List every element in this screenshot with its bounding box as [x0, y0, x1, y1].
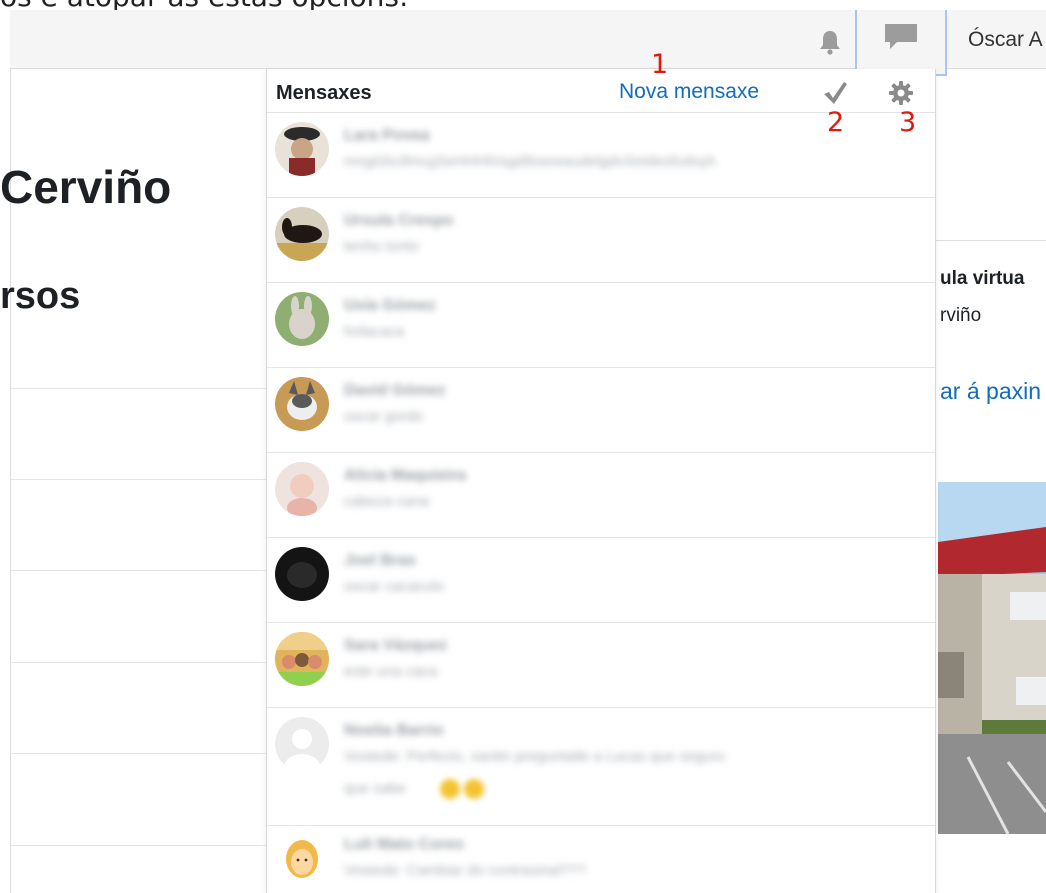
avatar — [275, 462, 329, 516]
contact-name: Ursula Crespo — [344, 212, 454, 229]
messages-title: Mensaxes — [276, 82, 372, 104]
contact-name: Uxía Gómez — [344, 297, 436, 314]
contact-name: Noelia Barrio — [344, 722, 444, 739]
new-message-button[interactable]: Nova mensaxe — [619, 80, 759, 104]
conversation-item[interactable]: Luli Mato Cores Vostede: Cambiar do cont… — [267, 826, 935, 893]
message-preview: cabeza cana — [344, 493, 430, 510]
course-list-separator — [10, 479, 266, 480]
course-list-separator — [10, 753, 266, 754]
contact-name: Sara Vázquez — [344, 637, 448, 654]
course-list-separator — [10, 845, 266, 846]
course-list-separator — [10, 570, 266, 571]
message-preview: oscar gordo — [344, 408, 424, 425]
user-name[interactable]: Óscar A — [968, 28, 1043, 52]
conversation-item[interactable]: Ursula Crespo tenho tonto — [267, 198, 935, 283]
contact-name: Lara Povea — [344, 127, 430, 144]
message-preview: holacaca — [344, 323, 405, 340]
avatar — [275, 832, 329, 886]
conversation-item[interactable]: Joel Bras oscar cacaculo — [267, 538, 935, 623]
card-link[interactable]: ar á paxin — [940, 378, 1041, 405]
avatar — [275, 377, 329, 431]
speech-bubble-icon — [885, 24, 917, 49]
avatar — [275, 122, 329, 176]
avatar — [275, 547, 329, 601]
contact-name: Joel Bras — [344, 552, 417, 569]
message-preview: mngGbcifmcgSeHHHh/sgdIbsewaudelgdvSetdes… — [344, 153, 716, 170]
contact-name: Alicia Maquieira — [344, 467, 466, 484]
message-preview: tenho tonto — [344, 238, 420, 255]
messages-toggle-button[interactable] — [855, 10, 947, 76]
conversation-item[interactable]: Sara Vázquez este una caca — [267, 623, 935, 708]
message-preview-continued: que sabe — [344, 780, 406, 797]
conversation-item[interactable]: Lara Povea mngGbcifmcgSeHHHh/sgdIbsewaud… — [267, 113, 935, 198]
gear-icon[interactable] — [887, 79, 915, 107]
card-title: ula virtua — [940, 268, 1025, 289]
check-icon[interactable] — [821, 79, 849, 107]
courses-heading: rsos — [0, 275, 81, 317]
conversation-item[interactable]: Alicia Maquieira cabeza cana — [267, 453, 935, 538]
conversation-item[interactable]: David Gómez oscar gordo — [267, 368, 935, 453]
school-building-image — [938, 482, 1046, 834]
contact-name: David Gómez — [344, 382, 446, 399]
message-preview: oscar cacaculo — [344, 578, 445, 595]
course-list-separator — [10, 388, 266, 389]
contact-name: Luli Mato Cores — [344, 836, 465, 853]
message-preview: Vostede: Cambiar do contrasinal??? — [344, 862, 586, 879]
messages-popover: Mensaxes Nova mensaxe 1 2 3 Lara Povea m… — [266, 51, 936, 893]
avatar — [275, 292, 329, 346]
callout-number: 1 — [651, 49, 669, 80]
emoji-icon — [439, 778, 495, 805]
conversation-item[interactable]: Noelia Barrio Vostede: Perfecto, xantin … — [267, 708, 935, 826]
avatar — [275, 632, 329, 686]
course-list-separator — [10, 662, 266, 663]
message-preview: este una caca — [344, 663, 438, 680]
bell-icon[interactable] — [818, 29, 842, 55]
course-heading: Cerviño — [0, 161, 172, 213]
avatar — [275, 207, 329, 261]
conversation-item[interactable]: Uxía Gómez holacaca — [267, 283, 935, 368]
message-preview: Vostede: Perfecto, xantin preguntaile a … — [344, 748, 726, 765]
card-subtitle: rviño — [940, 305, 982, 326]
avatar — [275, 717, 329, 771]
